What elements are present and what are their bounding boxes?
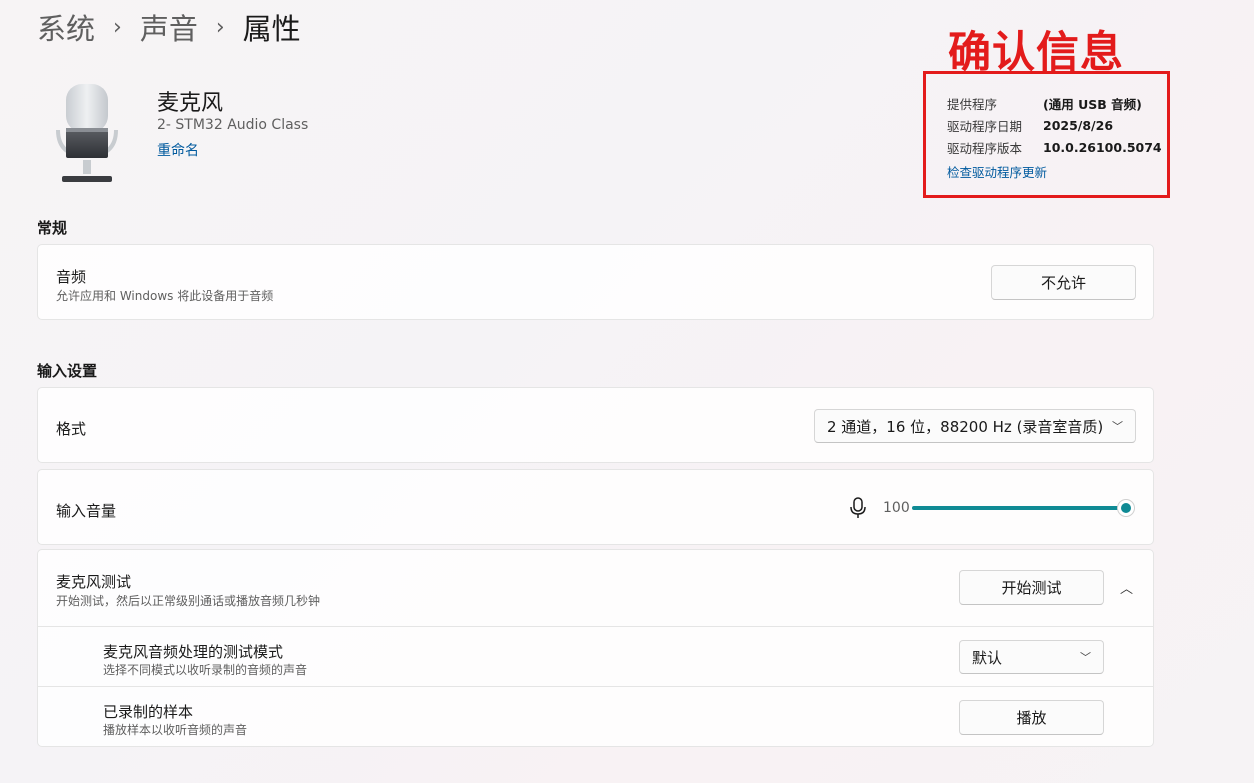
- test-mode-dropdown[interactable]: 默认 ﹀: [959, 640, 1104, 674]
- start-test-button[interactable]: 开始测试: [959, 570, 1104, 605]
- format-title: 格式: [56, 420, 87, 438]
- breadcrumb-sound[interactable]: 声音: [140, 6, 198, 48]
- chevron-down-icon: ﹀: [1112, 420, 1123, 433]
- breadcrumb: 系统 › 声音 › 属性: [37, 6, 301, 48]
- device-name: 麦克风: [157, 91, 224, 116]
- mic-test-subtitle: 开始测试，然后以正常级别通话或播放音频几秒钟: [56, 594, 321, 608]
- volume-slider-thumb-dot: [1121, 503, 1131, 513]
- audio-card: 音频 允许应用和 Windows 将此设备用于音频 不允许: [37, 244, 1154, 320]
- chevron-right-icon: ›: [113, 14, 122, 40]
- section-input-title: 输入设置: [37, 362, 98, 380]
- volume-slider-track[interactable]: [912, 506, 1126, 510]
- chevron-down-icon: ﹀: [1080, 651, 1091, 664]
- breadcrumb-system[interactable]: 系统: [37, 6, 95, 48]
- rename-link[interactable]: 重命名: [157, 140, 199, 160]
- microphone-device-icon: [56, 82, 118, 186]
- sample-subtitle: 播放样本以收听音频的声音: [103, 723, 248, 737]
- microphone-icon[interactable]: [849, 497, 867, 519]
- device-model: 2- STM32 Audio Class: [157, 117, 309, 133]
- audio-subtitle: 允许应用和 Windows 将此设备用于音频: [56, 289, 274, 303]
- driver-info: 提供程序 (通用 USB 音频) 驱动程序日期 2025/8/26 驱动程序版本…: [947, 92, 1162, 182]
- audio-title: 音频: [56, 268, 87, 286]
- driver-provider-value: (通用 USB 音频): [1043, 96, 1142, 112]
- test-mode-subtitle: 选择不同模式以收听录制的音频的声音: [103, 663, 308, 677]
- driver-version-value: 10.0.26100.5074: [1043, 139, 1162, 155]
- mic-test-title: 麦克风测试: [56, 573, 132, 591]
- format-value: 2 通道，16 位，88200 Hz (录音室音质): [827, 417, 1104, 436]
- sample-title: 已录制的样本: [103, 703, 194, 721]
- chevron-up-icon[interactable]: ︿: [1120, 578, 1133, 597]
- driver-date-row: 驱动程序日期 2025/8/26: [947, 114, 1162, 136]
- volume-title: 输入音量: [56, 502, 117, 520]
- driver-version-label: 驱动程序版本: [947, 140, 1023, 156]
- driver-provider-label: 提供程序: [947, 96, 998, 112]
- driver-version-row: 驱动程序版本 10.0.26100.5074: [947, 136, 1162, 158]
- volume-value: 100: [883, 500, 910, 516]
- disallow-button[interactable]: 不允许: [991, 265, 1136, 300]
- driver-date-value: 2025/8/26: [1043, 117, 1114, 133]
- divider: [37, 626, 1154, 627]
- driver-date-label: 驱动程序日期: [947, 118, 1023, 134]
- test-mode-value: 默认: [972, 648, 1003, 667]
- format-card: 格式 2 通道，16 位，88200 Hz (录音室音质) ﹀: [37, 387, 1154, 463]
- section-general-title: 常规: [37, 219, 68, 237]
- play-button[interactable]: 播放: [959, 700, 1104, 735]
- divider: [37, 686, 1154, 687]
- driver-provider-row: 提供程序 (通用 USB 音频): [947, 92, 1162, 114]
- breadcrumb-properties: 属性: [242, 12, 301, 46]
- check-driver-update-link[interactable]: 检查驱动程序更新: [947, 160, 1162, 182]
- chevron-right-icon: ›: [215, 14, 225, 40]
- volume-slider-thumb[interactable]: [1117, 499, 1135, 517]
- test-mode-title: 麦克风音频处理的测试模式: [103, 643, 284, 661]
- mic-test-card: 麦克风测试 开始测试，然后以正常级别通话或播放音频几秒钟 开始测试 ︿ 麦克风音…: [37, 549, 1154, 747]
- format-dropdown[interactable]: 2 通道，16 位，88200 Hz (录音室音质) ﹀: [814, 409, 1136, 443]
